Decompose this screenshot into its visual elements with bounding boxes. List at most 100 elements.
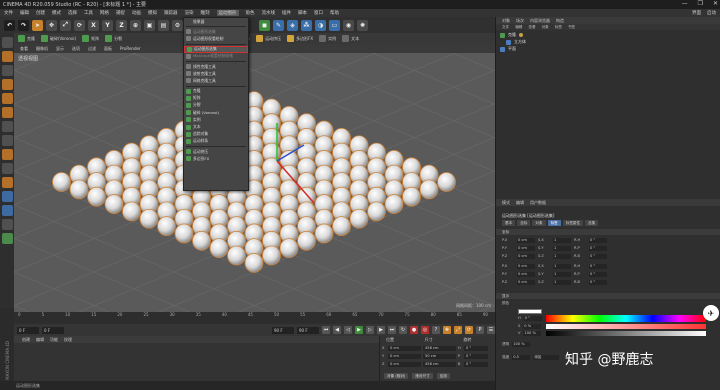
object-row-plane[interactable]: 平面	[500, 46, 516, 52]
section-display[interactable]: 显示	[496, 293, 720, 299]
timeline-menu-icon[interactable]: ☰	[487, 326, 495, 334]
menu-mode[interactable]: 模式	[52, 10, 61, 16]
color-swatch[interactable]	[518, 309, 542, 314]
rotation-key-icon[interactable]: ⟳	[465, 326, 473, 334]
viewport-tab-cameras[interactable]: 摄像机	[36, 46, 48, 52]
move-icon[interactable]: ✥	[46, 19, 57, 31]
subdivision-icon[interactable]: ◈	[287, 19, 298, 31]
menu-create[interactable]: 创建	[36, 10, 45, 16]
tool-moextrude[interactable]: 运动挤压	[256, 35, 281, 42]
prev-key-icon[interactable]: ◀	[333, 326, 341, 334]
viewport-tab-options[interactable]: 选项	[72, 46, 80, 52]
next-frame-icon[interactable]: ▷	[366, 326, 374, 334]
tool-voronoi[interactable]: 破碎(Voronoi)	[41, 35, 76, 42]
pos-z-field[interactable]: 0 cm	[517, 253, 535, 259]
edges-mode-icon[interactable]	[1, 93, 13, 104]
material-menu-edit[interactable]: 编辑	[36, 337, 44, 343]
dropdown-item[interactable]: 实例	[184, 116, 248, 123]
object-row-cube[interactable]: 立方体	[506, 39, 526, 45]
tab-takes[interactable]: 场次	[516, 18, 524, 24]
deformer-icon[interactable]: ◑	[315, 19, 326, 31]
pos-y-field[interactable]: 0 cm	[517, 245, 535, 251]
perspective-viewport[interactable]: 透视视图 网格间距：100 cm	[14, 53, 495, 312]
menu-select[interactable]: 选择	[68, 10, 77, 16]
menu-tracker[interactable]: 跟踪器	[164, 10, 178, 16]
om-menu-view[interactable]: 查看	[528, 25, 535, 30]
coord-size-x[interactable]: 456 cm	[423, 345, 456, 351]
coord-system-icon[interactable]: ⊕	[130, 19, 141, 31]
dropdown-item[interactable]: 放射克隆工具	[184, 70, 248, 77]
locked-workplane-icon[interactable]	[1, 177, 13, 188]
menu-snap[interactable]: 捕捉	[116, 10, 125, 16]
rot-p-field-2[interactable]: 0 °	[589, 271, 607, 277]
om-menu-objects[interactable]: 对象	[542, 25, 549, 30]
saturation-field[interactable]: 0 %	[523, 323, 542, 329]
dropdown-item[interactable]: 分裂	[184, 102, 248, 109]
strength-field[interactable]: 0.5	[512, 354, 531, 360]
rot-b-field[interactable]: 0 °	[589, 253, 607, 259]
tool-polyfx[interactable]: 多边形FX	[287, 35, 313, 42]
opacity-field[interactable]: 100 %	[512, 341, 531, 347]
coord-size-z[interactable]: 456 cm	[423, 361, 456, 367]
menu-window[interactable]: 窗口	[314, 10, 323, 16]
tool-fracture[interactable]: 分裂	[105, 35, 122, 42]
goto-start-icon[interactable]: ⏮	[322, 326, 330, 334]
render-picture-viewer-icon[interactable]: ▤	[158, 19, 169, 31]
pos-y-field-2[interactable]: 0 cm	[517, 271, 535, 277]
layout-startup[interactable]: 启动	[707, 10, 716, 16]
array-icon[interactable]: ⁂	[301, 19, 312, 31]
tab-objects[interactable]: 对象	[502, 18, 510, 24]
material-menu-function[interactable]: 功能	[50, 337, 58, 343]
pen-icon[interactable]: ✎	[273, 19, 284, 31]
attr-subtab-object[interactable]: 对象	[532, 220, 546, 226]
floor-icon[interactable]: ▭	[329, 19, 340, 31]
tab-content-browser[interactable]: 内容浏览器	[530, 18, 550, 24]
dropdown-item[interactable]: 运动图形权重绘制	[184, 35, 248, 42]
mograph-tool-icon[interactable]	[1, 233, 13, 244]
model-mode-icon[interactable]	[1, 51, 13, 62]
workplane-icon[interactable]	[1, 163, 13, 174]
menu-help[interactable]: 帮助	[330, 10, 339, 16]
menu-simulate[interactable]: 模拟	[148, 10, 157, 16]
pos-x-field[interactable]: 0 cm	[517, 237, 535, 243]
section-coordinates[interactable]: 坐标	[496, 229, 720, 235]
value-slider[interactable]	[546, 331, 706, 336]
coord-mode-select[interactable]: 对象 (相对)	[384, 373, 409, 379]
snap-icon[interactable]	[1, 149, 13, 160]
tweak-mode-icon[interactable]	[1, 135, 13, 146]
menu-animate[interactable]: 动画	[132, 10, 141, 16]
menu-plugins[interactable]: 插件	[282, 10, 291, 16]
light-icon[interactable]: ✺	[357, 19, 368, 31]
close-icon[interactable]: ✕	[713, 0, 718, 7]
blend-mode-select[interactable]: 添加	[533, 354, 560, 360]
attr-subtab-basic[interactable]: 基本	[502, 220, 516, 226]
texture-mode-icon[interactable]	[1, 65, 13, 76]
menu-script[interactable]: 脚本	[298, 10, 307, 16]
prev-frame-icon[interactable]: ◁	[344, 326, 352, 334]
viewport-tab-display[interactable]: 显示	[56, 46, 64, 52]
render-settings-icon[interactable]: ⚙	[172, 19, 183, 31]
coord-rot-b[interactable]: 0 °	[464, 361, 488, 367]
menu-edit[interactable]: 编辑	[20, 10, 29, 16]
coord-apply-button[interactable]: 应用	[436, 373, 450, 379]
pos-z-field-2[interactable]: 0 cm	[517, 279, 535, 285]
pos-x-field-2[interactable]: 0 cm	[517, 263, 535, 269]
tool-cloner[interactable]: 克隆	[18, 35, 35, 42]
dropdown-item[interactable]: 线性克隆工具	[184, 63, 248, 70]
redo-icon[interactable]: ↷	[18, 19, 29, 31]
selection-tag-icon[interactable]	[519, 33, 523, 37]
rot-h-field-2[interactable]: 0 °	[589, 263, 607, 269]
param-key-icon[interactable]: P	[476, 326, 484, 334]
attr-subtab-selection[interactable]: 选集	[585, 220, 599, 226]
dropdown-item[interactable]: 运动挤压	[184, 148, 248, 155]
menu-tools[interactable]: 工具	[84, 10, 93, 16]
points-mode-icon[interactable]	[1, 79, 13, 90]
viewport-tab-view[interactable]: 查看	[20, 46, 28, 52]
om-menu-bookmarks[interactable]: 书签	[568, 25, 575, 30]
autokey-icon[interactable]: ◎	[421, 326, 429, 334]
coord-rot-h[interactable]: 0 °	[464, 345, 488, 351]
viewport-tab-prorender[interactable]: ProRender	[120, 46, 141, 51]
end-frame-field[interactable]: 90 F	[272, 326, 294, 334]
dropdown-item[interactable]: 效果器	[184, 18, 248, 25]
start-frame-field[interactable]: 0 F	[17, 326, 39, 334]
